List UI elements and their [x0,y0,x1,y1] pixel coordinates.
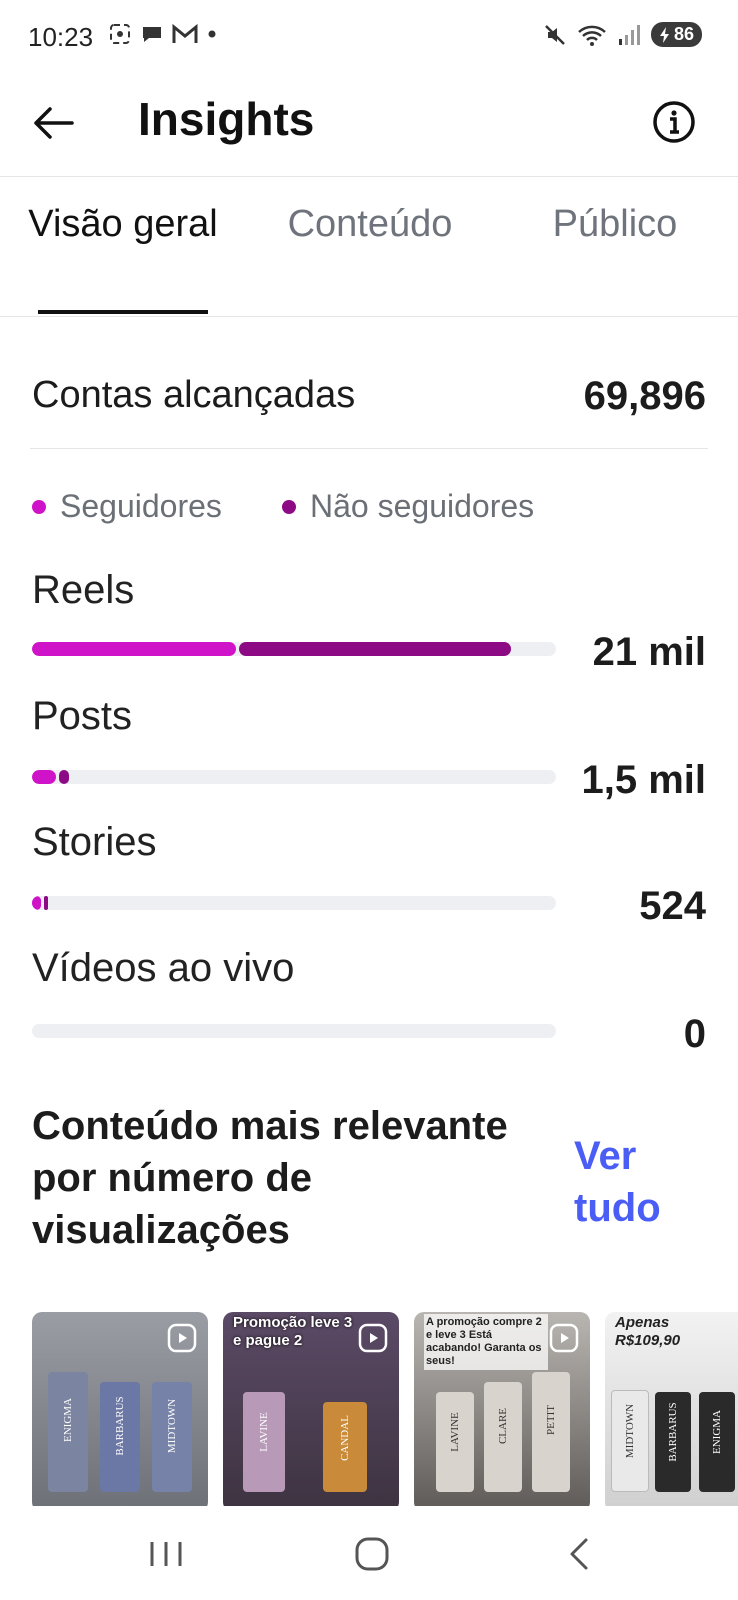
perfume-bottle: LAVINE [243,1392,285,1492]
bottle-label: CLARE [497,1407,509,1445]
tabs-divider [0,316,738,317]
header-divider [0,176,738,177]
battery-level: 86 [673,24,694,44]
tab-audience[interactable]: Público [500,200,730,248]
dot-icon [208,30,216,38]
status-time: 10:23 [28,22,94,52]
reels-icon [549,1323,579,1353]
tab-overview[interactable]: Visão geral [8,200,238,248]
content-thumbnail-3[interactable]: A promoção compre 2 e leve 3 Está acaban… [414,1312,590,1512]
thumbnail-caption: Promoção leve 3 e pague 2 [233,1314,353,1349]
content-thumbnail-1[interactable]: ENIGMA BARBARUS MIDTOWN [32,1312,208,1512]
tab-content[interactable]: Conteúdo [255,200,485,248]
reels-label: Reels [32,568,135,612]
perfume-bottle: ENIGMA [48,1372,88,1492]
live-videos-value: 0 [683,1012,706,1056]
accounts-reached-label: Contas alcançadas [32,374,356,416]
thumbnail-caption: Apenas R$109,90 [615,1314,681,1349]
gmail-icon [172,23,198,43]
perfume-bottle: BARBARUS [100,1382,140,1492]
bottle-label: ENIGMA [711,1410,723,1454]
see-all-link[interactable]: Ver tudo [574,1130,694,1234]
bottle-label: BARBARUS [667,1402,679,1462]
stories-followers-segment [32,896,41,910]
non-followers-dot-icon [282,499,296,514]
status-system-icons: 86 [543,22,702,47]
live-videos-label: Vídeos ao vivo [32,946,295,990]
bottle-label: ENIGMA [62,1398,74,1442]
bottle-label: LAVINE [449,1412,461,1452]
reels-followers-segment [32,642,236,656]
signal-icon [618,24,640,45]
stories-value: 524 [639,884,706,928]
status-notification-icons [108,22,218,46]
legend-non-followers-label: Não seguidores [310,488,535,524]
bottle-label: MIDTOWN [166,1398,178,1454]
relevant-content-title: Conteúdo mais relevante por número de vi… [32,1104,508,1252]
accounts-reached-value: 69,896 [583,374,706,418]
bottle-label: MIDTOWN [624,1403,636,1459]
bottle-label: CANDAL [339,1415,351,1461]
perfume-bottle: LAVINE [436,1392,474,1492]
live-videos-bar [32,1024,556,1038]
reels-icon [167,1323,197,1353]
section-divider [30,448,708,449]
content-thumbnail-2[interactable]: Promoção leve 3 e pague 2 LAVINE CANDAL [223,1312,399,1512]
perfume-bottle: PETIT [532,1372,570,1492]
page-title: Insights [138,93,315,145]
reels-bar [32,642,556,656]
perfume-bottle: MIDTOWN [611,1390,649,1492]
bottle-label: LAVINE [258,1412,270,1452]
stories-label: Stories [32,820,157,864]
recent-apps-icon[interactable] [138,1534,194,1574]
reels-icon [358,1323,388,1353]
perfume-bottle: BARBARUS [655,1392,691,1492]
stories-bar [32,896,556,910]
posts-non-followers-segment [59,770,69,784]
posts-bar [32,770,556,784]
perfume-bottle: CANDAL [323,1402,367,1492]
wifi-icon [578,25,606,46]
perfume-bottle: ENIGMA [699,1392,735,1492]
perfume-bottle: MIDTOWN [152,1382,192,1492]
legend-followers: Seguidores [32,488,222,525]
bottle-label: BARBARUS [114,1396,126,1456]
thumbnail-caption: A promoção compre 2 e leve 3 Está acaban… [424,1314,548,1370]
legend-non-followers: Não seguidores [282,488,534,525]
back-nav-icon[interactable] [552,1534,608,1574]
content-thumbnail-4[interactable]: Apenas R$109,90 MIDTOWN BARBARUS ENIGMA [605,1312,738,1512]
posts-followers-segment [32,770,56,784]
mute-icon [545,24,565,45]
posts-label: Posts [32,694,133,738]
perfume-bottle: CLARE [484,1382,522,1492]
battery-indicator: 86 [650,22,702,47]
stories-non-followers-segment [44,896,48,910]
charging-icon [659,26,669,43]
bottle-label: PETIT [545,1405,557,1435]
back-arrow-icon[interactable] [28,98,78,148]
chat-icon [143,27,161,42]
active-tab-indicator [38,310,208,314]
screenshot-icon [110,24,130,44]
info-icon[interactable] [652,100,696,144]
legend-followers-label: Seguidores [60,488,222,524]
home-icon[interactable] [344,1534,400,1574]
followers-dot-icon [32,499,46,514]
posts-value: 1,5 mil [581,758,706,802]
reels-value: 21 mil [592,630,706,674]
reels-non-followers-segment [239,642,511,656]
